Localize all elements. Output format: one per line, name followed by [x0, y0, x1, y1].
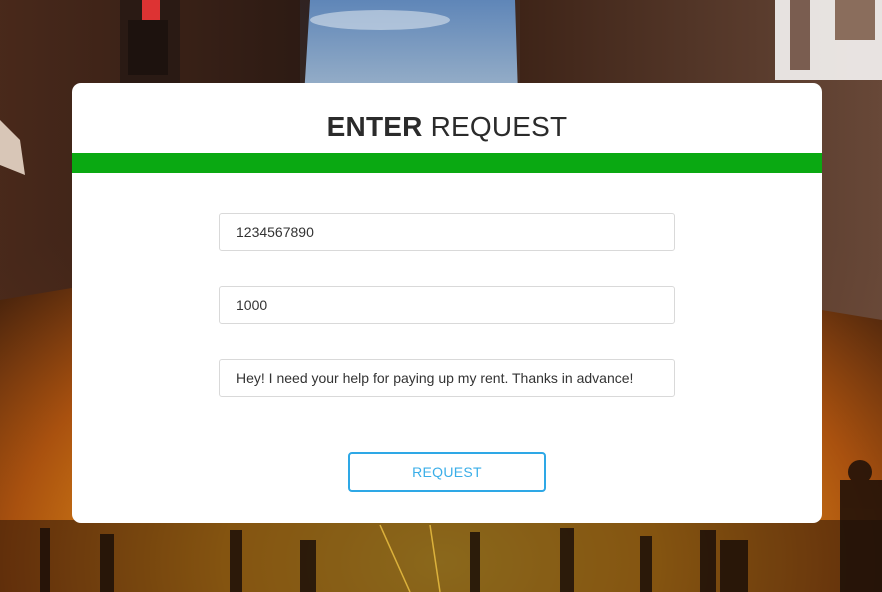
form-title-rest: REQUEST [430, 111, 568, 142]
form-title: ENTER REQUEST [72, 110, 822, 144]
account-number-input[interactable] [219, 213, 675, 251]
title-accent-bar [72, 153, 822, 173]
request-button[interactable]: REQUEST [348, 452, 546, 492]
message-input[interactable] [219, 359, 675, 397]
amount-input[interactable] [219, 286, 675, 324]
form-title-bold: ENTER [326, 111, 423, 142]
request-form-card: ENTER REQUEST REQUEST [72, 83, 822, 523]
